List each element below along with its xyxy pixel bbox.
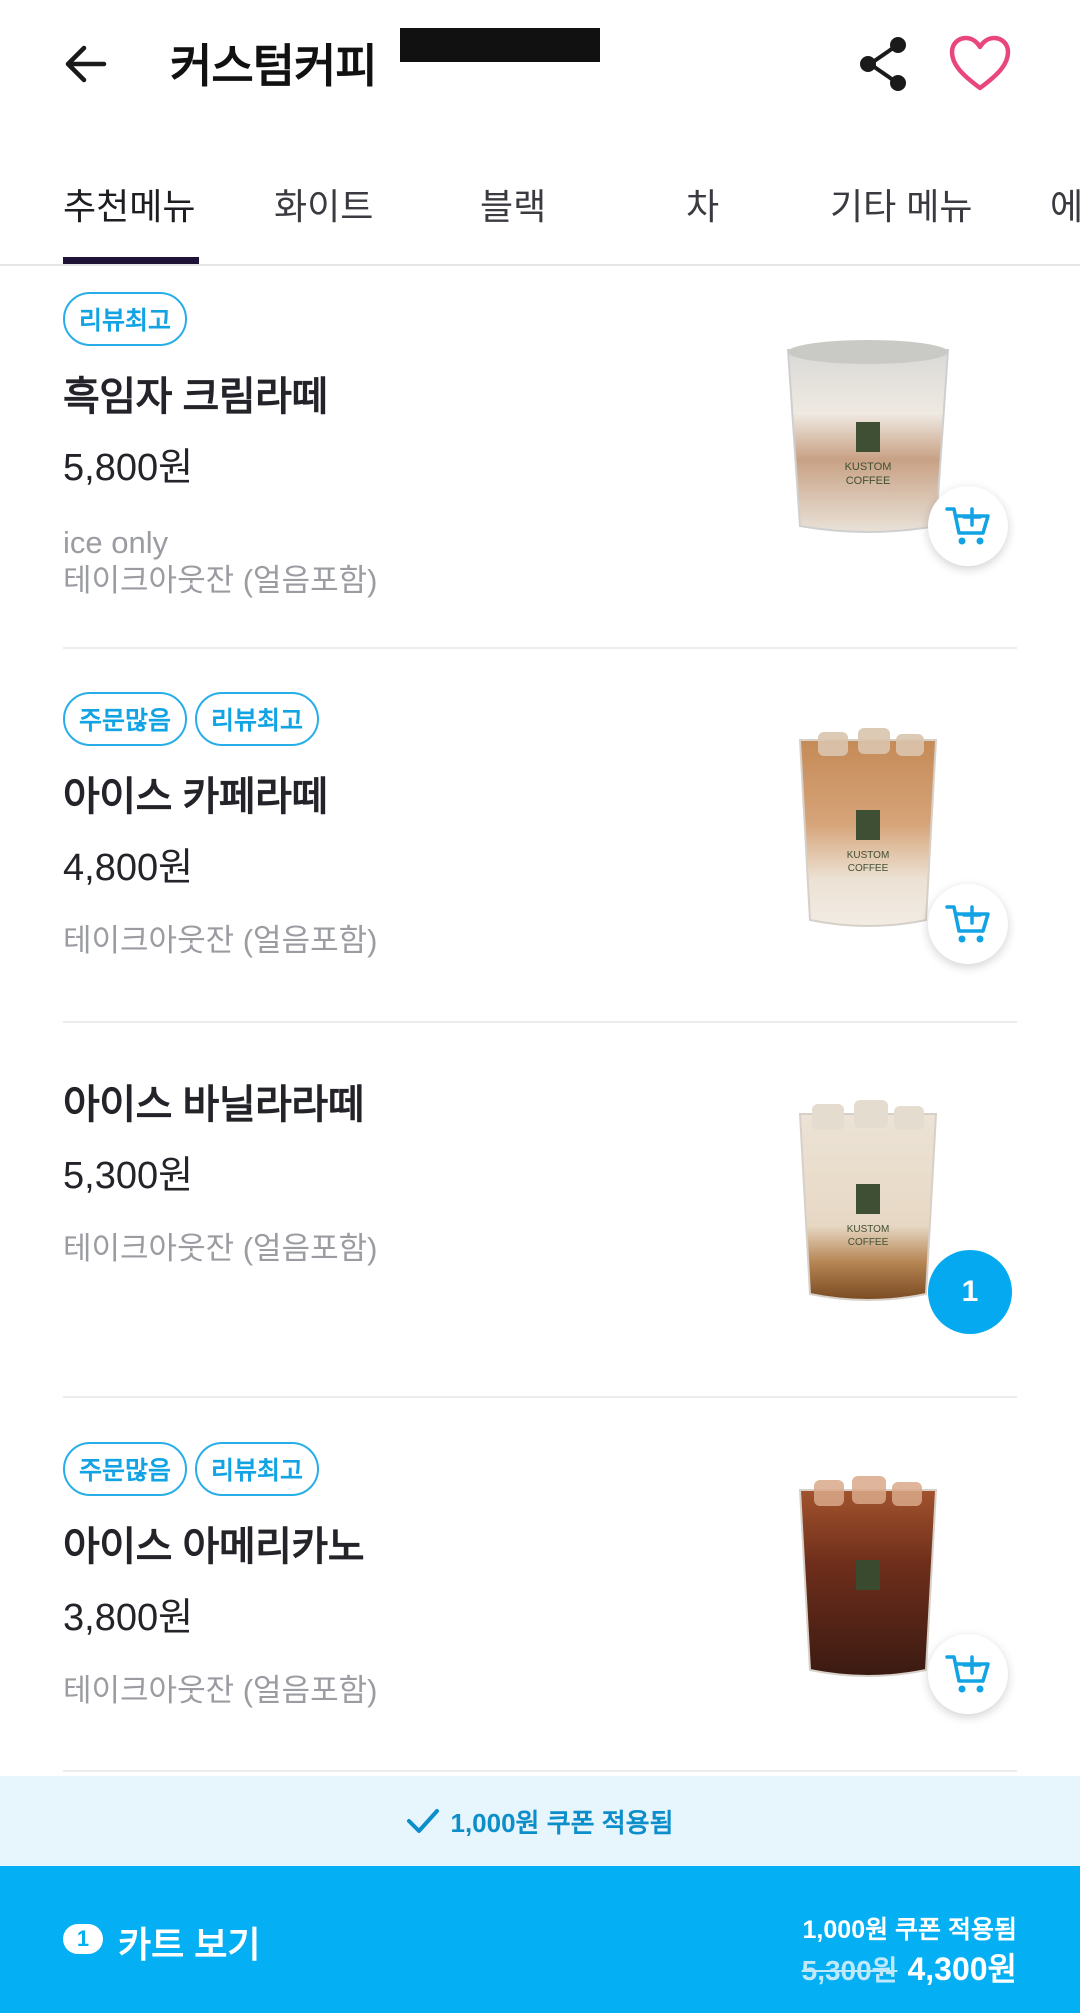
back-button[interactable] [50,28,122,100]
cart-count-badge: 1 [63,1924,103,1954]
check-icon [407,1809,440,1833]
menu-item-price: 5,800원 [63,447,194,489]
product-image: KUSTOM COFFEE [798,1100,938,1301]
arrow-left-icon [65,45,107,83]
share-button[interactable] [848,28,920,100]
badge-best-review: 리뷰최고 [195,1442,320,1496]
favorite-button[interactable] [940,28,1020,100]
product-image [798,1476,938,1677]
svg-text:COFFEE: COFFEE [848,863,889,874]
menu-item-note: 테이크아웃잔 (얼음포함) [63,1231,378,1266]
menu-item-note: 테이크아웃잔 (얼음포함) [63,563,378,598]
menu-item-name: 흑임자 크림라떼 [63,375,328,419]
tab-white[interactable]: 화이트 [274,178,373,230]
badge-popular: 주문많음 [63,692,188,746]
view-cart-label: 카트 보기 [118,1924,261,1965]
svg-text:COFFEE: COFFEE [846,475,891,487]
share-icon [860,37,906,91]
cart-add-icon [945,905,990,943]
svg-text:COFFEE: COFFEE [848,1237,889,1248]
app-header: 커스텀커피 [0,0,1080,130]
menu-item-note: 테이크아웃잔 (얼음포함) [63,1673,378,1708]
original-price: 5,300원 [801,1955,898,1986]
cart-add-icon [945,507,990,545]
svg-text:KUSTOM: KUSTOM [847,850,890,861]
menu-item[interactable]: 아이스 바닐라라떼 5,300원 테이크아웃잔 (얼음포함) KUSTOM CO… [0,1042,1080,1394]
menu-item[interactable]: 주문많음 리뷰최고 아이스 카페라떼 4,800원 테이크아웃잔 (얼음포함) … [0,668,1080,1020]
svg-text:KUSTOM: KUSTOM [845,461,892,473]
view-cart-button[interactable]: 1 카트 보기 1,000원 쿠폰 적용됨 5,300원 4,300원 [0,1866,1080,2013]
menu-item-price: 5,300원 [63,1155,194,1197]
menu-item-note: ice only [63,525,169,560]
menu-item[interactable]: 리뷰최고 흑임자 크림라떼 5,800원 ice only 테이크아웃잔 (얼음… [0,268,1080,648]
product-image: KUSTOM COFFEE [798,728,938,927]
tab-tea[interactable]: 차 [686,178,719,230]
menu-item-name: 아이스 아메리카노 [63,1525,365,1569]
divider [63,647,1017,649]
badge-best-review: 리뷰최고 [195,692,320,746]
menu-item-price: 4,800원 [63,847,194,889]
cart-quantity-badge[interactable]: 1 [928,1250,1012,1334]
cart-total: 5,300원 4,300원 [802,1944,1017,1990]
divider [63,1770,1017,1772]
menu-item-name: 아이스 바닐라라떼 [63,1083,365,1127]
redacted-block [400,28,600,62]
cart-add-icon [945,1655,990,1693]
heart-icon [949,35,1011,91]
active-tab-indicator [63,257,199,264]
coupon-applied-text: 1,000원 쿠폰 적용됨 [450,1807,674,1838]
page-title: 커스텀커피 [170,40,378,92]
badge-best-review: 리뷰최고 [63,292,188,346]
tab-more[interactable]: 에 [1050,178,1080,230]
tab-other-menu[interactable]: 기타 메뉴 [830,178,972,230]
add-to-cart-button[interactable] [928,884,1008,964]
coupon-applied-banner: 1,000원 쿠폰 적용됨 [0,1776,1080,1866]
divider [63,1396,1017,1398]
divider [63,1021,1017,1023]
menu-item[interactable]: 주문많음 리뷰최고 아이스 아메리카노 3,800원 테이크아웃잔 (얼음포함) [0,1418,1080,1768]
menu-item-price: 3,800원 [63,1597,194,1639]
tab-recommended[interactable]: 추천메뉴 [63,178,195,230]
tab-black[interactable]: 블랙 [480,178,546,230]
menu-item-name: 아이스 카페라떼 [63,775,328,819]
badge-popular: 주문많음 [63,1442,188,1496]
category-tabs: 추천메뉴 화이트 블랙 차 기타 메뉴 에 [0,160,1080,266]
add-to-cart-button[interactable] [928,486,1008,566]
add-to-cart-button[interactable] [928,1634,1008,1714]
cart-coupon-text: 1,000원 쿠폰 적용됨 [802,1916,1017,1944]
final-price: 4,300원 [907,1951,1017,1987]
menu-item-note: 테이크아웃잔 (얼음포함) [63,923,378,958]
svg-text:KUSTOM: KUSTOM [847,1224,890,1235]
